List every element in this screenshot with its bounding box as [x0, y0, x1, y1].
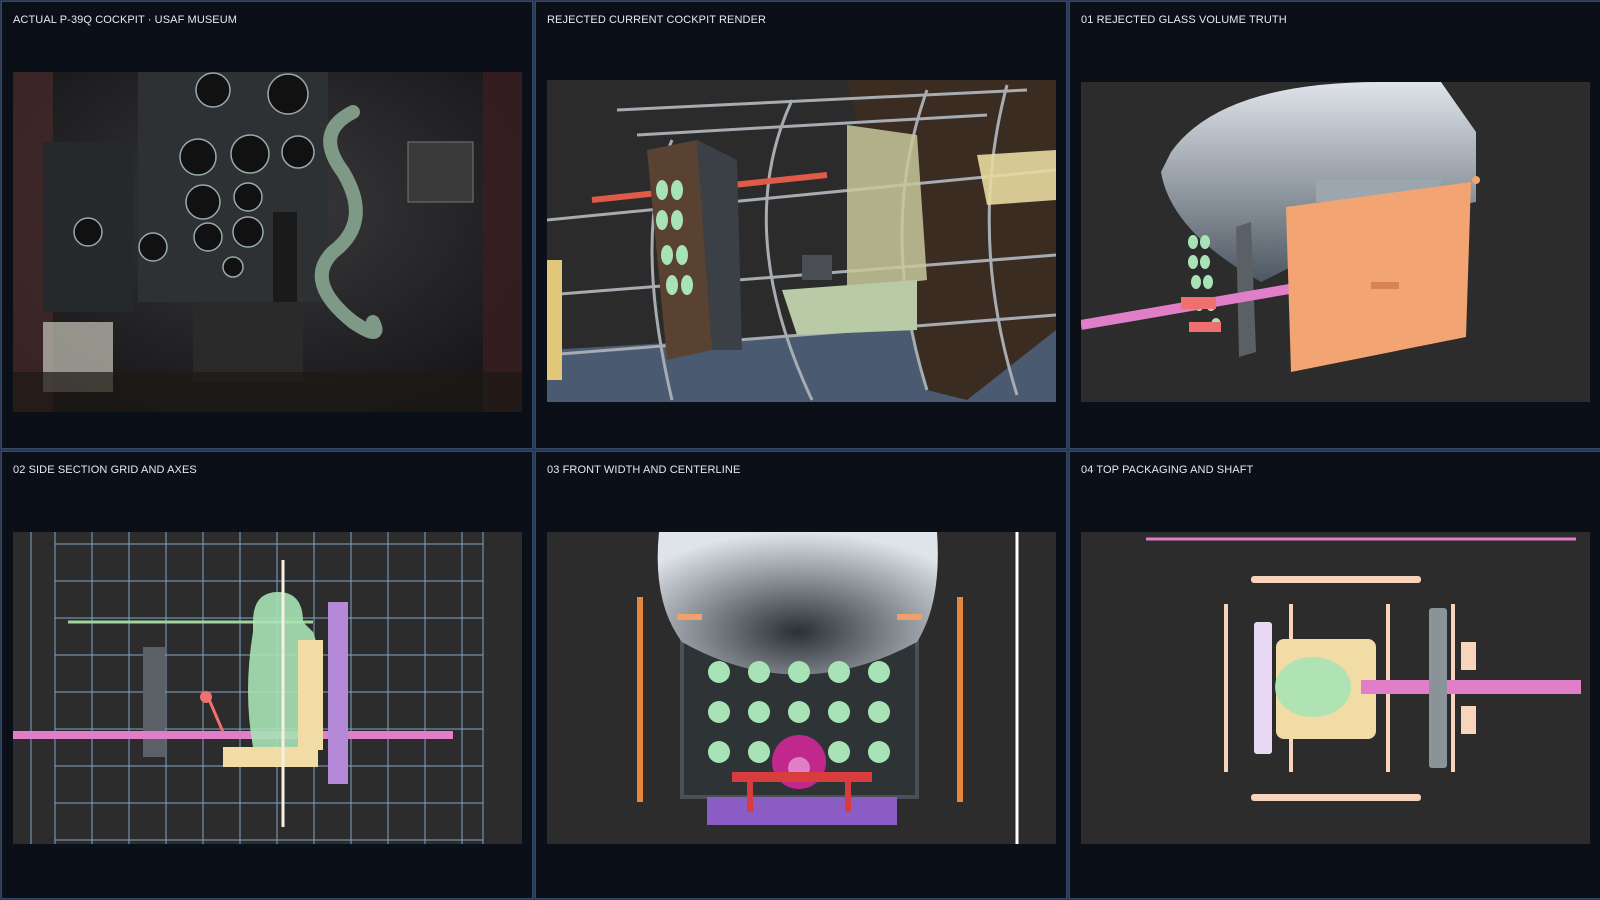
panel-front-width: 03 FRONT WIDTH AND CENTERLINE — [535, 451, 1067, 899]
panel-label: ACTUAL P-39Q COCKPIT · USAF MUSEUM — [13, 14, 238, 26]
panel-side-section: 02 SIDE SECTION GRID AND AXES — [1, 451, 533, 899]
panel-label: 04 TOP PACKAGING AND SHAFT — [1081, 464, 1254, 476]
panel-top-packaging: 04 TOP PACKAGING AND SHAFT — [1069, 451, 1600, 899]
render-viewport — [547, 80, 1056, 402]
cockpit-photo — [13, 72, 522, 412]
panel-glass-volume: 01 REJECTED GLASS VOLUME TRUTH — [1069, 1, 1600, 449]
panel-current-render: REJECTED CURRENT COCKPIT RENDER — [535, 1, 1067, 449]
panel-grid: ACTUAL P-39Q COCKPIT · USAF MUSEUM REJEC… — [0, 0, 1600, 900]
panel-label: 02 SIDE SECTION GRID AND AXES — [13, 464, 197, 476]
glass-viewport — [1081, 82, 1590, 402]
panel-label: 01 REJECTED GLASS VOLUME TRUTH — [1081, 14, 1287, 26]
top-packaging-viewport — [1081, 532, 1590, 844]
side-section-viewport — [13, 532, 522, 844]
panel-label: REJECTED CURRENT COCKPIT RENDER — [547, 14, 767, 26]
front-width-viewport — [547, 532, 1056, 844]
panel-label: 03 FRONT WIDTH AND CENTERLINE — [547, 464, 741, 476]
panel-actual-photo: ACTUAL P-39Q COCKPIT · USAF MUSEUM — [1, 1, 533, 449]
